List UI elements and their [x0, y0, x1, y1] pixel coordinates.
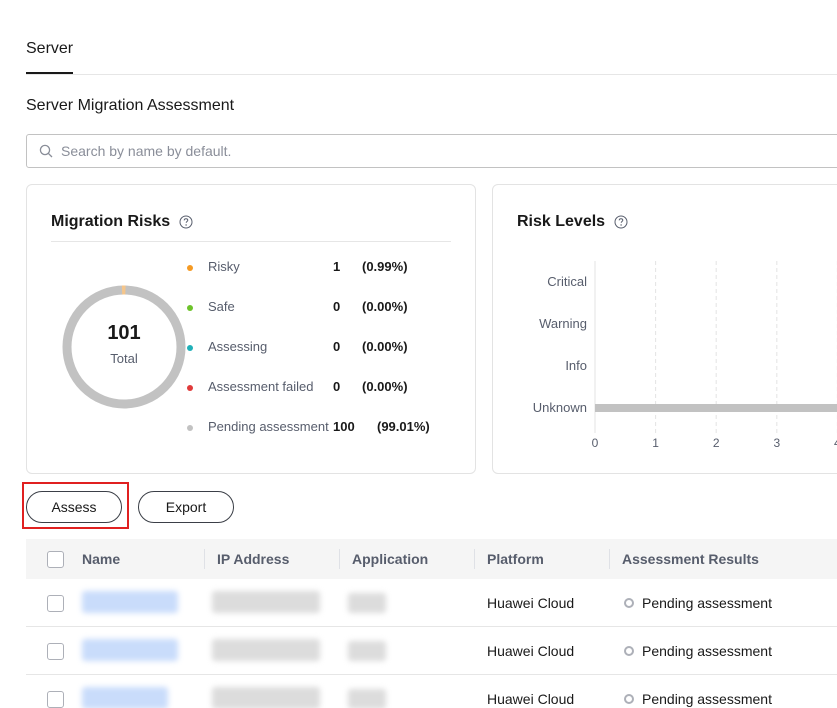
legend-label: Safe: [208, 299, 235, 314]
risk-levels-chart: 01234CriticalWarningInfoUnknown: [533, 261, 837, 450]
legend-label: Risky: [208, 259, 240, 274]
bar-unknown: [595, 404, 837, 412]
table-header: Name IP Address Application Platform Ass…: [26, 539, 837, 579]
legend-dot: [187, 425, 193, 431]
column-header-name[interactable]: Name: [82, 551, 120, 567]
pending-status-icon: [624, 598, 634, 608]
legend-percent: (0.00%): [362, 299, 408, 314]
assessment-result-value: Pending assessment: [642, 595, 772, 611]
export-button[interactable]: Export: [138, 491, 234, 523]
legend-dot: [187, 305, 193, 311]
search-icon: [39, 144, 53, 158]
legend-percent: (0.00%): [362, 339, 408, 354]
column-header-platform[interactable]: Platform: [487, 551, 544, 567]
column-header-ip-address[interactable]: IP Address: [217, 551, 289, 567]
legend-dot: [187, 265, 193, 271]
donut-total-label: Total: [110, 351, 138, 366]
assess-highlight-box: [22, 482, 129, 529]
donut-total-value: 101: [107, 322, 141, 344]
y-category-label: Critical: [547, 274, 587, 289]
assessment-result-value: Pending assessment: [642, 691, 772, 707]
table-row[interactable]: Huawei Cloud Pending assessment: [26, 675, 837, 708]
column-header-application[interactable]: Application: [352, 551, 428, 567]
legend-dot: [187, 385, 193, 391]
server-name-link[interactable]: [82, 639, 178, 661]
application-value: [348, 593, 386, 613]
legend-dot: [187, 345, 193, 351]
tab-server[interactable]: Server: [26, 40, 74, 74]
assessment-result-value: Pending assessment: [642, 643, 772, 659]
y-category-label: Warning: [539, 316, 587, 331]
column-separator: [339, 549, 340, 569]
table-row[interactable]: Huawei Cloud Pending assessment: [26, 627, 837, 675]
page-title: Server Migration Assessment: [26, 97, 235, 114]
x-tick-label: 3: [773, 436, 780, 450]
risk-levels-card: Risk Levels 01234CriticalWarningInfoUnkn…: [492, 184, 837, 474]
legend-count: 1: [333, 259, 341, 274]
legend-percent: (0.99%): [362, 259, 408, 274]
server-name-link[interactable]: [82, 591, 178, 613]
select-all-checkbox[interactable]: [47, 551, 64, 568]
row-checkbox[interactable]: [47, 691, 64, 708]
legend-count: 0: [333, 339, 341, 354]
legend-percent: (99.01%): [377, 419, 430, 434]
search-input[interactable]: [61, 143, 761, 159]
column-separator: [204, 549, 205, 569]
migration-risks-title-text: Migration Risks: [51, 213, 171, 230]
legend-label: Assessing: [208, 339, 268, 354]
help-icon[interactable]: [179, 215, 193, 229]
legend-count: 100: [333, 419, 355, 434]
legend-item-assessment-failed: Assessment failed 0 (0.00%): [187, 379, 447, 395]
pending-status-icon: [624, 646, 634, 656]
x-tick-label: 2: [713, 436, 720, 450]
legend-item-pending-assessment: Pending assessment 100 (99.01%): [187, 419, 447, 435]
legend-count: 0: [333, 299, 341, 314]
migration-risks-title: Migration Risks: [51, 213, 193, 231]
platform-value: Huawei Cloud: [487, 691, 575, 707]
x-tick-label: 1: [652, 436, 659, 450]
column-separator: [609, 549, 610, 569]
legend-count: 0: [333, 379, 341, 394]
migration-risks-card: Migration Risks 101 Total Risky 1 (0.99%…: [26, 184, 476, 474]
ip-address-value: [212, 687, 320, 708]
x-tick-label: 0: [592, 436, 599, 450]
legend-percent: (0.00%): [362, 379, 408, 394]
column-separator: [474, 549, 475, 569]
server-name-link[interactable]: [82, 687, 168, 708]
ip-address-value: [212, 591, 320, 613]
title-divider: [51, 241, 451, 242]
legend-item-risky: Risky 1 (0.99%): [187, 259, 447, 275]
pending-status-icon: [624, 694, 634, 704]
legend-item-assessing: Assessing 0 (0.00%): [187, 339, 447, 355]
search-box[interactable]: [26, 134, 837, 168]
ip-address-value: [212, 639, 320, 661]
y-category-label: Unknown: [533, 400, 587, 415]
legend-label: Assessment failed: [208, 379, 314, 394]
risks-donut-chart: [62, 285, 186, 409]
row-checkbox[interactable]: [47, 643, 64, 660]
tab-divider: [26, 74, 837, 75]
column-header-assessment-results[interactable]: Assessment Results: [622, 551, 759, 567]
legend-item-safe: Safe 0 (0.00%): [187, 299, 447, 315]
platform-value: Huawei Cloud: [487, 643, 575, 659]
row-checkbox[interactable]: [47, 595, 64, 612]
legend-label: Pending assessment: [208, 419, 329, 434]
y-category-label: Info: [565, 358, 587, 373]
application-value: [348, 641, 386, 661]
application-value: [348, 689, 386, 708]
platform-value: Huawei Cloud: [487, 595, 575, 611]
table-row[interactable]: Huawei Cloud Pending assessment: [26, 579, 837, 627]
